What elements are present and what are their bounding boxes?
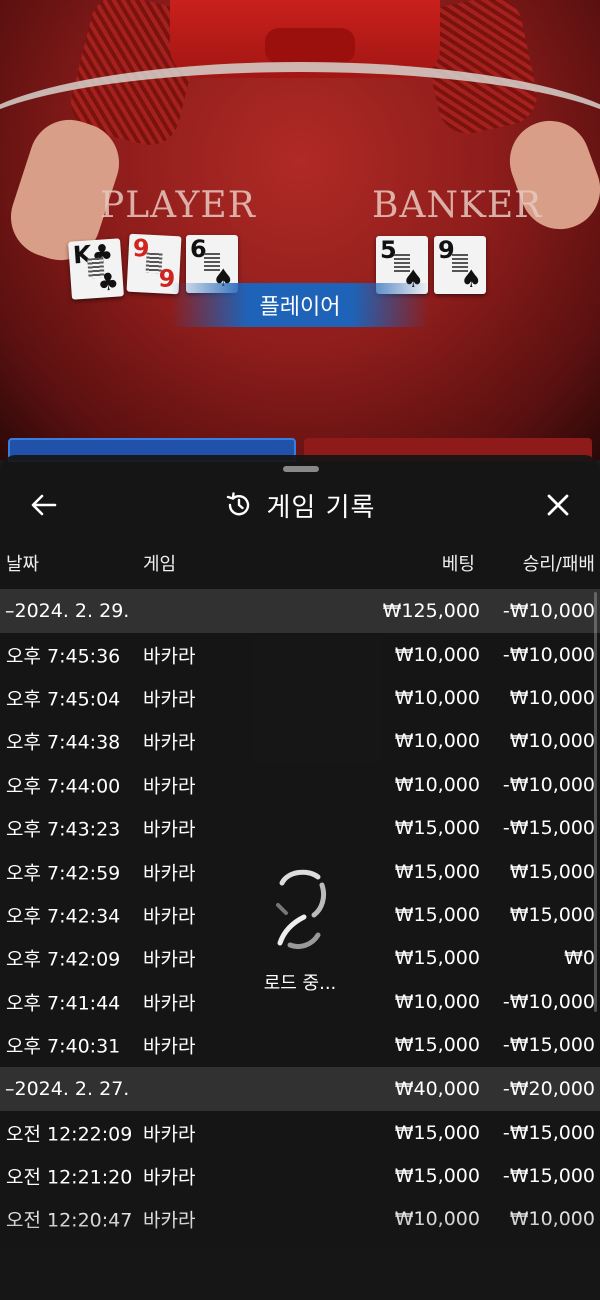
table-row[interactable]: 오후 7:44:00 바카라 ₩10,000 -₩10,000: [0, 763, 600, 806]
loading-text: 로드 중...: [263, 973, 337, 994]
result-banner: 플레이어: [170, 283, 430, 327]
close-icon: [547, 494, 569, 516]
cell-bet: ₩15,000: [394, 947, 480, 970]
game-history-sheet: 게임 기록 날짜 게임 베팅 승리/패배 –2024. 2. 29. ₩125,0…: [0, 455, 600, 1300]
bottom-fade: [0, 1200, 600, 1300]
loading-indicator: 로드 중...: [240, 865, 360, 1015]
cell-win: ₩15,000: [509, 860, 595, 883]
cell-time: 오후 7:40:31: [6, 1035, 121, 1058]
sheet-header: 게임 기록: [0, 475, 600, 535]
column-headers: 날짜 게임 베팅 승리/패배: [0, 550, 600, 580]
table-row[interactable]: 오후 7:43:23 바카라 ₩15,000 -₩15,000: [0, 807, 600, 850]
cell-game: 바카라: [143, 905, 196, 928]
cell-bet: ₩125,000: [382, 600, 480, 622]
cell-bet: ₩15,000: [394, 904, 480, 927]
cell-bet: ₩10,000: [394, 643, 480, 666]
cell-win: ₩10,000: [509, 730, 595, 753]
cell-game: 바카라: [143, 645, 196, 668]
cell-win: -₩15,000: [502, 1164, 595, 1187]
sheet-drag-handle[interactable]: [283, 466, 319, 472]
cell-game: 바카라: [143, 1035, 196, 1058]
cell-bet: ₩10,000: [394, 687, 480, 710]
cell-game: 바카라: [143, 731, 196, 754]
felt-banker-label: BANKER: [372, 185, 543, 226]
felt-player-label: PLAYER: [100, 185, 256, 226]
arrow-left-icon: [31, 494, 57, 516]
cell-bet: ₩15,000: [394, 1121, 480, 1144]
column-game: 게임: [143, 554, 177, 575]
table-row[interactable]: 오후 7:44:38 바카라 ₩10,000 ₩10,000: [0, 720, 600, 763]
cell-bet: ₩15,000: [394, 860, 480, 883]
table-row[interactable]: 오후 7:45:36 바카라 ₩10,000 -₩10,000: [0, 633, 600, 676]
history-icon: [226, 492, 249, 516]
cell-bet: ₩10,000: [394, 773, 480, 796]
table-row[interactable]: 오후 7:40:31 바카라 ₩15,000 -₩15,000: [0, 1024, 600, 1067]
playing-card: K♣ ♣: [68, 238, 124, 300]
cell-game: 바카라: [143, 775, 196, 798]
playing-card: 9 ♠: [434, 236, 486, 294]
cell-win: -₩15,000: [502, 1034, 595, 1057]
cell-win: -₩10,000: [502, 773, 595, 796]
scrollbar[interactable]: [594, 592, 597, 1012]
cell-time: 오후 7:44:00: [6, 775, 121, 798]
back-button[interactable]: [24, 485, 64, 525]
cell-game: 바카라: [143, 1123, 196, 1146]
cell-bet: ₩15,000: [394, 1164, 480, 1187]
cell-win: ₩10,000: [509, 687, 595, 710]
cell-time: 오전 12:22:09: [6, 1123, 133, 1146]
sheet-title: 게임 기록: [266, 492, 376, 523]
cell-time: 오후 7:42:34: [6, 905, 121, 928]
cell-game: 바카라: [143, 1166, 196, 1189]
cell-time: 오후 7:41:44: [6, 992, 121, 1015]
cell-time: 오후 7:42:59: [6, 862, 121, 885]
cell-time: 오후 7:42:09: [6, 948, 121, 971]
cell-bet: ₩15,000: [394, 1034, 480, 1057]
cell-bet: ₩10,000: [394, 990, 480, 1013]
cell-win: ₩0: [564, 947, 595, 970]
cell-time: 오후 7:44:38: [6, 731, 121, 754]
cell-win: -₩20,000: [502, 1077, 595, 1100]
cell-time: 오후 7:43:23: [6, 818, 121, 841]
cell-bet: ₩10,000: [394, 730, 480, 753]
cell-time: –2024. 2. 29.: [5, 600, 130, 622]
table-row[interactable]: 오전 12:22:09 바카라 ₩15,000 -₩15,000: [0, 1111, 600, 1154]
table-row[interactable]: 오후 7:45:04 바카라 ₩10,000 ₩10,000: [0, 676, 600, 719]
cell-game: 바카라: [143, 862, 196, 885]
cell-time: 오후 7:45:36: [6, 645, 121, 668]
cell-time: 오전 12:21:20: [6, 1166, 133, 1189]
cell-time: –2024. 2. 27.: [5, 1077, 130, 1100]
cell-game: 바카라: [143, 992, 196, 1015]
dealer-bow: [265, 28, 355, 64]
column-bet: 베팅: [441, 554, 475, 575]
table-row[interactable]: 오전 12:21:20 바카라 ₩15,000 -₩15,000: [0, 1154, 600, 1197]
cell-win: -₩15,000: [502, 817, 595, 840]
column-date: 날짜: [6, 554, 40, 575]
date-group-row[interactable]: –2024. 2. 27. ₩40,000 -₩20,000: [0, 1066, 600, 1111]
date-group-row[interactable]: –2024. 2. 29. ₩125,000 -₩10,000: [0, 589, 600, 633]
cell-win: -₩10,000: [502, 600, 595, 622]
close-button[interactable]: [538, 485, 578, 525]
column-win-loss: 승리/패배: [522, 554, 595, 575]
cell-bet: ₩40,000: [394, 1077, 480, 1100]
cell-bet: ₩15,000: [394, 817, 480, 840]
cell-game: 바카라: [143, 818, 196, 841]
live-dealer-video: PLAYER BANKER K♣ ♣ 9 9 6 ♠ 5 ♠ 9 ♠ 플레이어: [0, 0, 600, 460]
cell-game: 바카라: [143, 688, 196, 711]
cell-win: ₩15,000: [509, 904, 595, 927]
loading-spinner-icon: [276, 869, 327, 950]
cell-win: -₩10,000: [502, 990, 595, 1013]
cell-win: -₩10,000: [502, 643, 595, 666]
cell-time: 오후 7:45:04: [6, 688, 121, 711]
cell-win: -₩15,000: [502, 1121, 595, 1144]
cell-game: 바카라: [143, 948, 196, 971]
